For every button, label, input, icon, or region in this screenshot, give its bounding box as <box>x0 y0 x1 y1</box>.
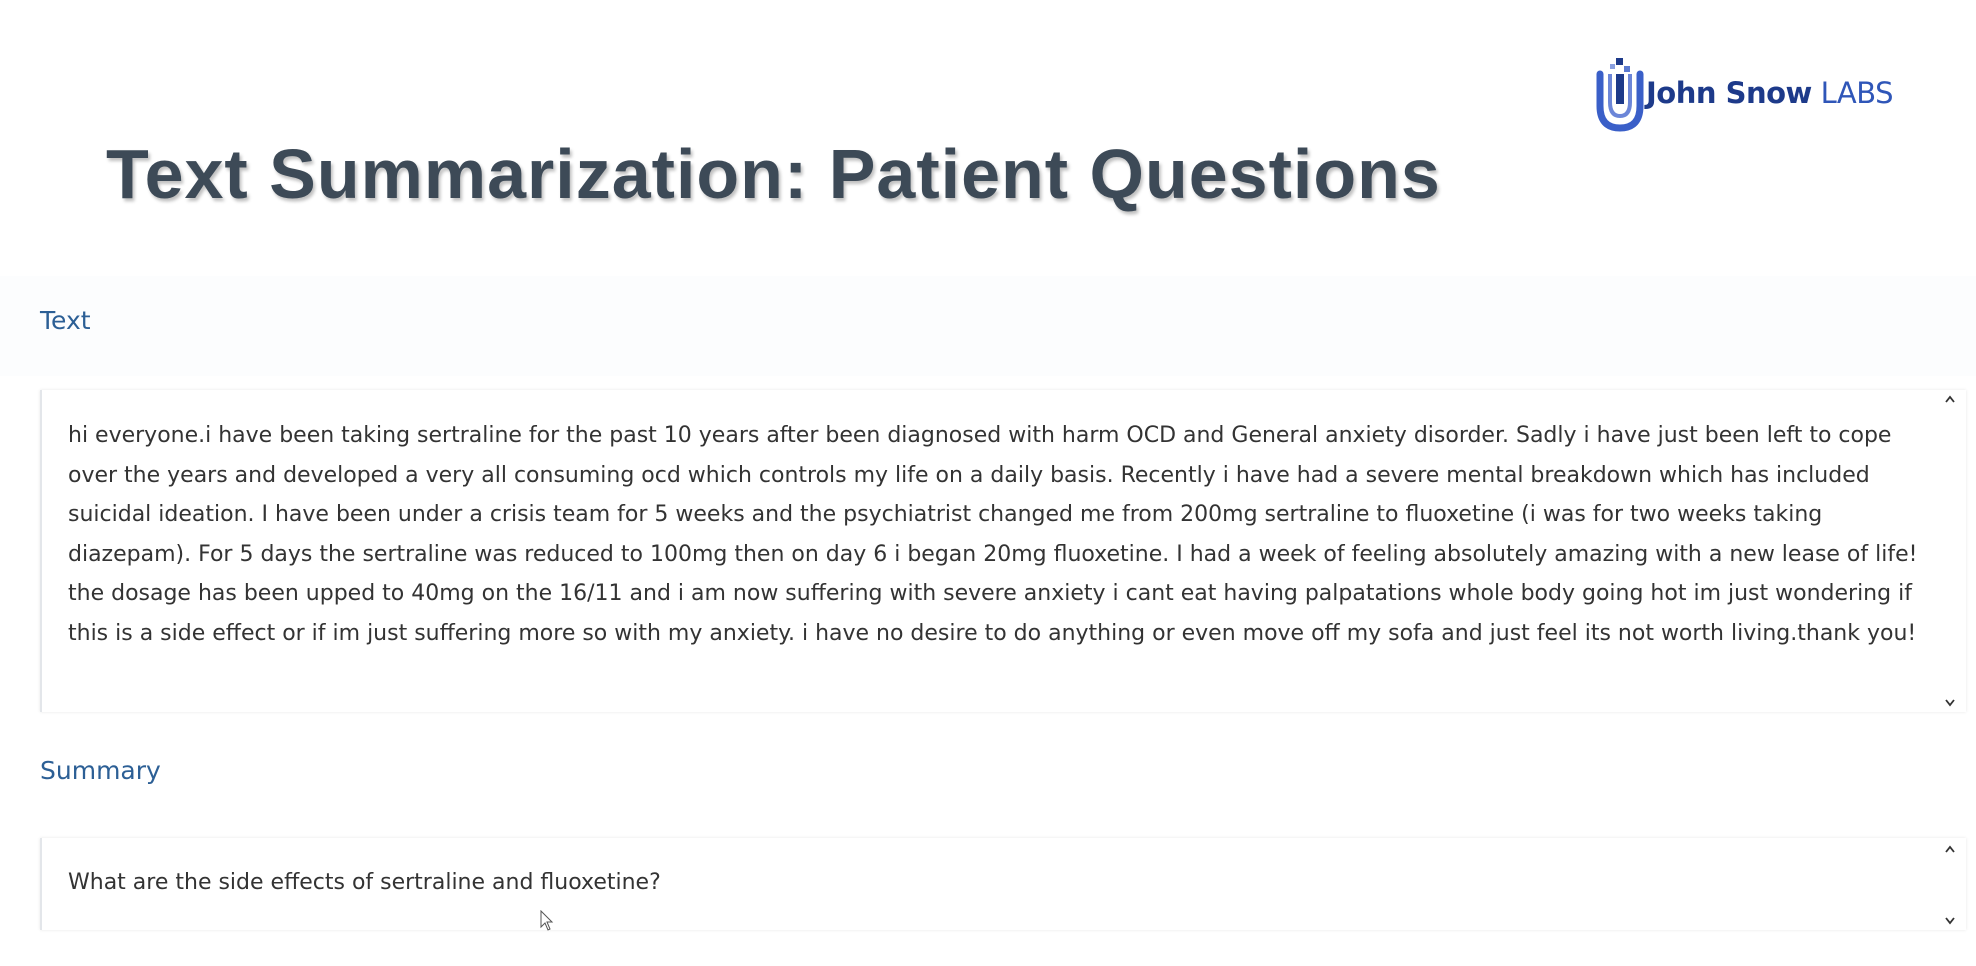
summary-output-area[interactable]: What are the side effects of sertraline … <box>40 838 1966 930</box>
scroll-down-icon[interactable] <box>1944 696 1956 708</box>
text-input-content[interactable]: hi everyone.i have been taking sertralin… <box>68 416 1926 654</box>
logo-wordmark: John Snow LABS <box>1646 76 1894 110</box>
mouse-cursor-icon <box>540 909 554 932</box>
scroll-up-icon[interactable] <box>1944 844 1956 856</box>
logo-text-john-snow: John Snow <box>1646 76 1812 110</box>
page-title: Text Summarization: Patient Questions <box>106 135 1441 213</box>
scroll-up-icon[interactable] <box>1944 394 1956 406</box>
john-snow-labs-logo-icon <box>1596 58 1644 132</box>
scroll-down-icon[interactable] <box>1944 914 1956 926</box>
summary-section-label: Summary <box>40 756 161 785</box>
text-input-area[interactable]: hi everyone.i have been taking sertralin… <box>40 390 1966 712</box>
summary-output-content[interactable]: What are the side effects of sertraline … <box>68 868 1926 898</box>
logo-text-labs: LABS <box>1820 76 1894 110</box>
brand-logo: John Snow LABS <box>1596 54 1894 134</box>
text-section-label: Text <box>40 306 91 335</box>
text-section-header <box>0 276 1976 376</box>
